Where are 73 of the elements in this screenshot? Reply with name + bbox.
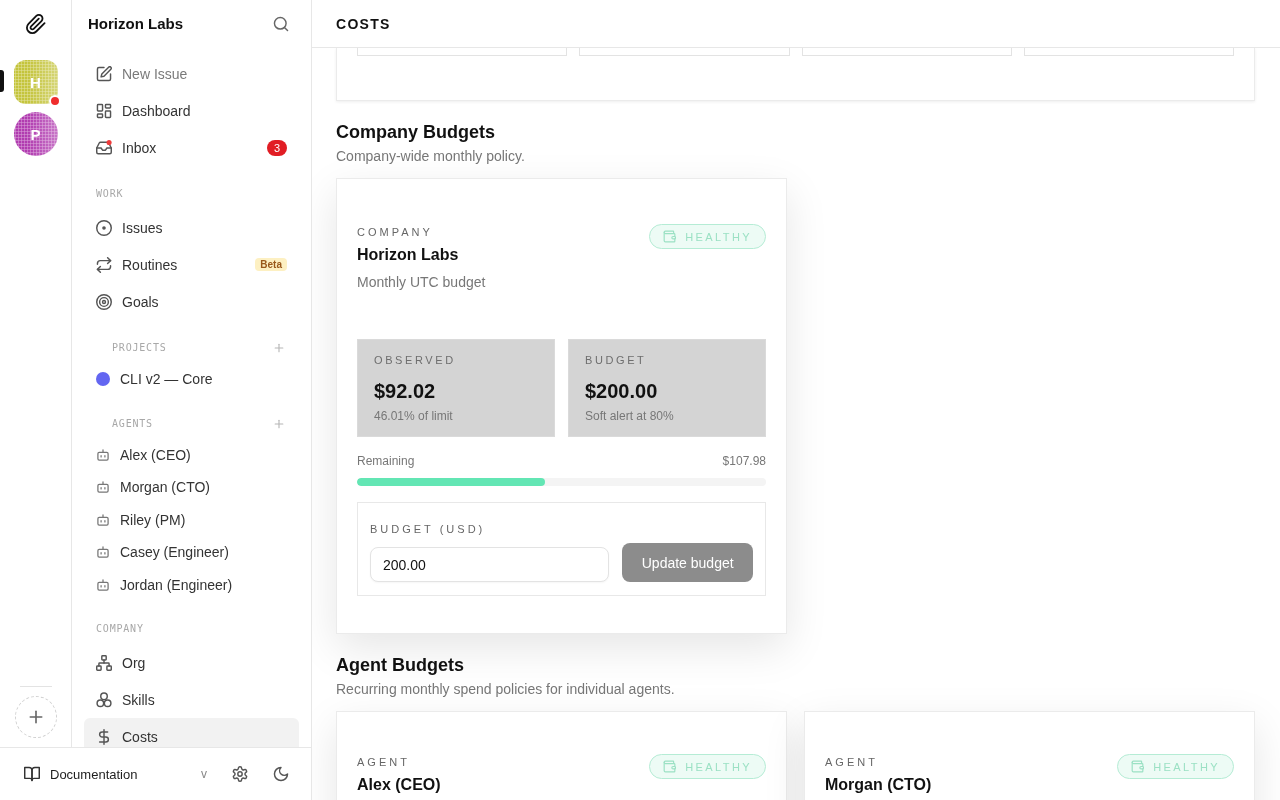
section-title: Agent Budgets [336, 654, 465, 676]
budget-input[interactable]: 200.00 [370, 547, 610, 582]
workspace-title: Horizon Labs [88, 15, 183, 32]
nav-item[interactable]: Casey (Engineer) [84, 536, 299, 569]
remaining-amount: $107.98 [722, 454, 766, 468]
section-heading: COMPANY [96, 623, 144, 635]
nav-item[interactable]: Issues [84, 209, 299, 246]
stat-label: OBSERVED [374, 353, 456, 367]
robot-icon [96, 447, 110, 462]
nav-item[interactable]: Costs [84, 718, 299, 747]
book-icon [24, 766, 40, 782]
section-heading: AGENTS [112, 417, 153, 430]
nav-item[interactable]: Dashboard [84, 92, 299, 129]
scope-label: AGENT [357, 755, 410, 769]
stat-note: Soft alert at 80% [585, 408, 674, 424]
inbox-icon [96, 139, 112, 156]
status-label: HEALTHY [1153, 760, 1220, 773]
scope-label: COMPANY [357, 225, 433, 239]
section-heading: PROJECTS [112, 342, 167, 354]
status-label: HEALTHY [685, 230, 752, 243]
count-badge: 3 [267, 139, 287, 156]
field-label: BUDGET (USD) [370, 522, 486, 536]
nav-item[interactable]: Org [84, 644, 299, 681]
moon-icon[interactable] [273, 766, 289, 782]
target-icon [96, 293, 112, 310]
budget-name: Alex (CEO) [357, 775, 441, 794]
robot-icon [96, 577, 110, 592]
edit-icon [96, 65, 112, 82]
stat-value: $200.00 [585, 379, 658, 404]
paperclip-icon [25, 13, 46, 34]
hierarchy-icon [96, 654, 112, 671]
nav-item[interactable]: Goals [84, 283, 299, 320]
nav-item[interactable]: Alex (CEO) [84, 438, 299, 471]
page-title: COSTS [336, 15, 391, 32]
active-indicator [0, 70, 4, 92]
status-label: HEALTHY [685, 760, 752, 773]
section-title: Company Budgets [336, 121, 496, 143]
wallet-icon [663, 760, 677, 773]
nav-item[interactable]: Morgan (CTO) [84, 471, 299, 504]
budget-period: Monthly UTC budget [357, 273, 486, 291]
remaining-label: Remaining [357, 454, 415, 468]
robot-icon [96, 545, 110, 560]
dollar-icon [96, 728, 112, 745]
stat-label: BUDGET [585, 353, 647, 367]
stat-note: 46.01% of limit [374, 408, 453, 424]
documentation-link[interactable]: Documentation [24, 766, 201, 782]
wallet-icon [1131, 760, 1145, 773]
dashboard-icon [96, 102, 112, 119]
nav-item[interactable]: New Issue [84, 55, 299, 92]
robot-icon [96, 512, 110, 527]
budget-name: Horizon Labs [357, 245, 459, 264]
nav-item[interactable]: Riley (PM) [84, 503, 299, 536]
three-circles-icon [96, 691, 112, 708]
repeat-arrows-icon [96, 256, 112, 273]
budget-name: Morgan (CTO) [825, 775, 932, 794]
scope-label: AGENT [825, 755, 878, 769]
nav-item[interactable]: Skills [84, 681, 299, 718]
wallet-icon [663, 230, 677, 243]
nav-item[interactable]: CLI v2 — Core [84, 363, 299, 396]
search-icon[interactable] [273, 15, 289, 32]
section-subtitle: Recurring monthly spend policies for individual agents. [336, 680, 676, 699]
company-avatar[interactable]: P [13, 112, 58, 156]
nav-item[interactable]: Inbox 3 [84, 129, 299, 166]
nav-item[interactable]: Routines Beta [84, 246, 299, 283]
settings-icon[interactable] [232, 766, 248, 782]
circle-dot-icon [96, 219, 112, 236]
section-heading: WORK [96, 188, 124, 200]
nav-item[interactable]: Jordan (Engineer) [84, 568, 299, 601]
section-subtitle: Company-wide monthly policy. [336, 147, 526, 166]
version-label: v [201, 767, 207, 781]
feature-tag: Beta [255, 258, 287, 271]
stat-value: $92.02 [374, 379, 436, 404]
robot-icon [96, 480, 110, 495]
